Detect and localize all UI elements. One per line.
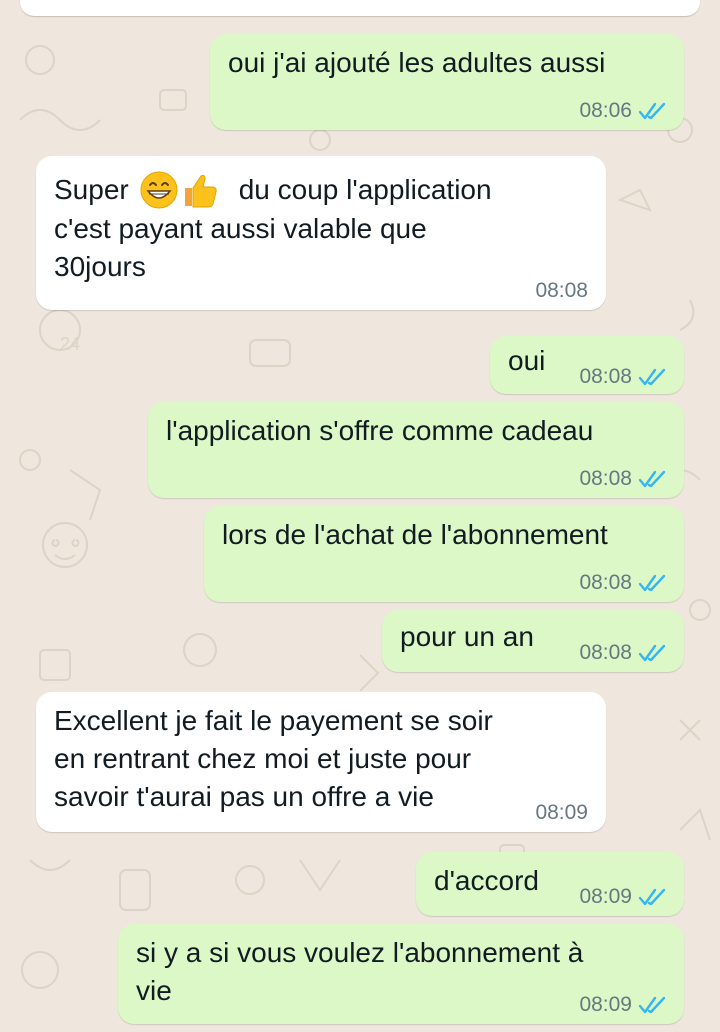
message-time: 08:08	[579, 467, 632, 490]
read-ticks-icon	[638, 574, 666, 592]
message-bubble-outgoing[interactable]: d'accord 08:09	[416, 852, 684, 916]
message-text-line: savoir t'aurai pas un offre a vie	[54, 781, 434, 812]
read-ticks-icon	[638, 470, 666, 488]
chat-area[interactable]: oui j'ai ajouté les adultes aussi 08:06 …	[0, 0, 720, 1032]
message-time: 08:08	[579, 571, 632, 594]
message-text-prefix: Super	[54, 174, 129, 205]
message-bubble-outgoing[interactable]: oui 08:08	[490, 336, 684, 394]
previous-message-bubble	[20, 0, 700, 16]
message-bubble-outgoing[interactable]: l'application s'offre comme cadeau 08:08	[148, 402, 684, 498]
message-text: oui j'ai ajouté les adultes aussi	[228, 47, 606, 78]
message-meta: 08:08	[579, 570, 668, 596]
message-time: 08:09	[579, 993, 632, 1016]
message-time: 08:09	[579, 885, 632, 908]
message-meta: 08:08	[579, 364, 668, 390]
message-bubble-incoming[interactable]: Excellent je fait le payement se soir en…	[36, 692, 606, 832]
read-ticks-icon	[638, 996, 666, 1014]
message-meta: 08:08	[535, 278, 588, 304]
message-time: 08:08	[535, 279, 588, 302]
read-ticks-icon	[638, 644, 666, 662]
message-meta: 08:08	[579, 466, 668, 492]
message-meta: 08:09	[579, 992, 668, 1018]
message-bubble-outgoing[interactable]: oui j'ai ajouté les adultes aussi 08:06	[210, 34, 684, 130]
read-ticks-icon	[638, 888, 666, 906]
message-time: 08:08	[579, 641, 632, 664]
message-time: 08:06	[579, 99, 632, 122]
message-meta: 08:08	[579, 640, 668, 666]
message-text-line: 30jours	[54, 251, 146, 282]
message-text-line: du coup l'application	[238, 174, 492, 205]
message-bubble-outgoing[interactable]: pour un an 08:08	[382, 610, 684, 672]
message-text-line: si y a si vous voulez l'abonnement à	[136, 937, 584, 968]
message-text-line: c'est payant aussi valable que	[54, 213, 427, 244]
message-meta: 08:09	[579, 884, 668, 910]
message-bubble-outgoing[interactable]: lors de l'achat de l'abonnement 08:08	[204, 506, 684, 602]
message-text: l'application s'offre comme cadeau	[166, 415, 594, 446]
message-text-line: Excellent je fait le payement se soir	[54, 705, 493, 736]
message-time: 08:08	[579, 365, 632, 388]
message-bubble-incoming[interactable]: Super du coup l'application c'est payant…	[36, 156, 606, 310]
read-ticks-icon	[638, 368, 666, 386]
message-time: 08:09	[535, 801, 588, 824]
message-text: lors de l'achat de l'abonnement	[222, 519, 608, 550]
message-meta: 08:06	[579, 98, 668, 124]
thumbs-up-emoji	[184, 174, 217, 208]
message-bubble-outgoing[interactable]: si y a si vous voulez l'abonnement à vie…	[118, 924, 684, 1024]
message-meta: 08:09	[535, 800, 588, 826]
grinning-face-emoji	[140, 171, 178, 209]
message-text-line: en rentrant chez moi et juste pour	[54, 743, 472, 774]
read-ticks-icon	[638, 102, 666, 120]
